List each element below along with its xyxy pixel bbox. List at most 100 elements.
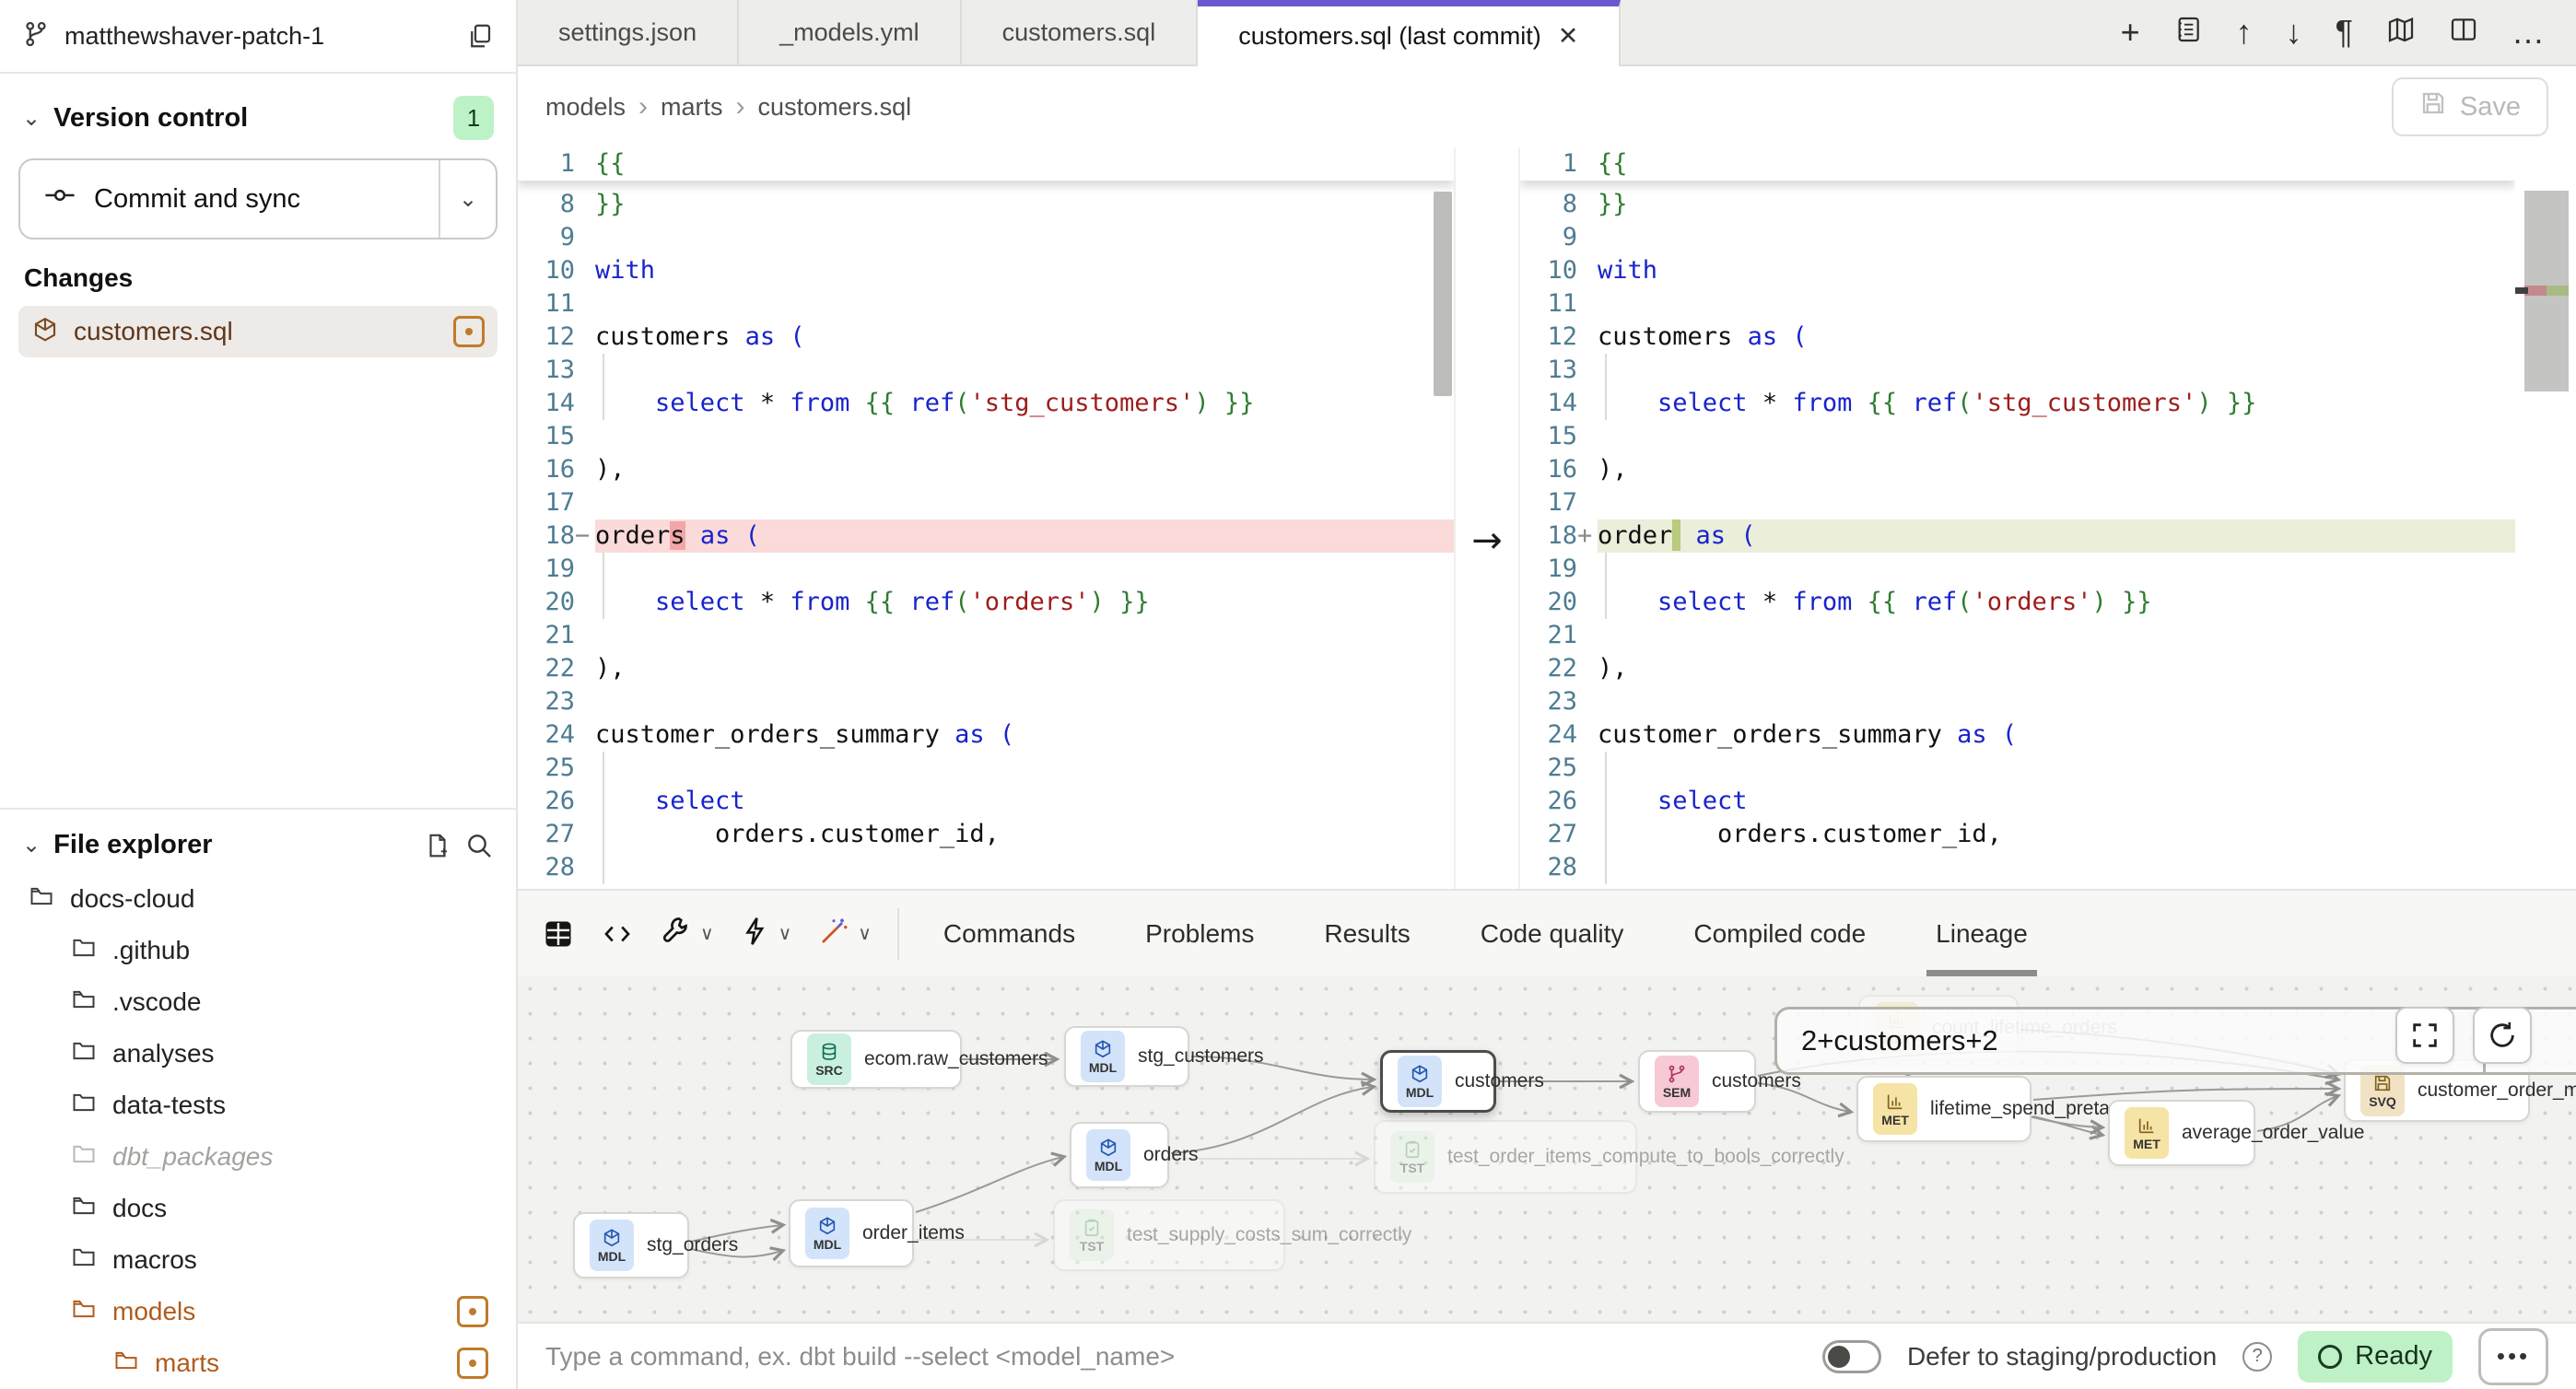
pilcrow-icon[interactable]: ¶ bbox=[2336, 16, 2353, 49]
diff-pane-modified[interactable]: 1{{ 8}}910with1112customers as (1314 sel… bbox=[1520, 147, 2515, 889]
file-tree-item--github[interactable]: .github bbox=[18, 925, 498, 976]
code-line[interactable]: 28 bbox=[518, 851, 1454, 884]
code-line[interactable]: 20 select * from {{ ref('orders') }} bbox=[518, 586, 1454, 619]
lineage-node-customers[interactable]: SEM customers bbox=[1638, 1050, 1756, 1113]
code-line[interactable]: 10with bbox=[518, 254, 1454, 287]
code-line[interactable]: 12customers as ( bbox=[518, 321, 1454, 354]
code-line[interactable]: 21 bbox=[518, 619, 1454, 652]
lineage-node-stg-customers[interactable]: MDL stg_customers bbox=[1064, 1026, 1189, 1087]
diff-pane-original[interactable]: 1{{ 8}}910with1112customers as (1314 sel… bbox=[518, 147, 1454, 889]
chevron-down-icon[interactable]: ⌄ bbox=[22, 832, 41, 858]
code-line[interactable]: 17 bbox=[518, 486, 1454, 519]
code-line[interactable]: 14 select * from {{ ref('stg_customers')… bbox=[518, 387, 1454, 420]
code-line[interactable]: 16), bbox=[518, 453, 1454, 486]
add-tab-icon[interactable]: + bbox=[2121, 16, 2140, 49]
status-more-button[interactable]: ••• bbox=[2478, 1328, 2548, 1385]
code-line[interactable]: 25 bbox=[1520, 752, 2515, 785]
lineage-node-ecom-raw-customers[interactable]: SRC ecom.raw_customers bbox=[790, 1030, 962, 1089]
code-line[interactable]: 9 bbox=[518, 221, 1454, 254]
tab--models-yml[interactable]: _models.yml bbox=[739, 0, 962, 64]
lineage-selector-input[interactable]: 2+customers+2 bbox=[1777, 1010, 2483, 1072]
compile-code-icon[interactable] bbox=[601, 917, 634, 951]
code-line[interactable]: 9 bbox=[1520, 221, 2515, 254]
lineage-node-customers[interactable]: MDL customers bbox=[1380, 1050, 1496, 1113]
command-input[interactable]: Type a command, ex. dbt build --select <… bbox=[545, 1342, 1797, 1371]
tab-customers-sql-last-commit-[interactable]: customers.sql (last commit)✕ bbox=[1198, 0, 1621, 66]
code-line[interactable]: 19 bbox=[518, 553, 1454, 586]
lineage-node-test-order-items-compute-to-bools-correctly[interactable]: TST test_order_items_compute_to_bools_co… bbox=[1374, 1120, 1637, 1194]
breadcrumb-segment[interactable]: customers.sql bbox=[758, 93, 912, 122]
close-tab-icon[interactable]: ✕ bbox=[1558, 22, 1579, 51]
lineage-node-orders[interactable]: MDL orders bbox=[1070, 1122, 1169, 1188]
more-options-icon[interactable]: … bbox=[2512, 16, 2545, 49]
panel-tab-code-quality[interactable]: Code quality bbox=[1446, 891, 1659, 976]
code-line[interactable]: 23 bbox=[1520, 685, 2515, 718]
code-line[interactable]: 27 orders.customer_id, bbox=[1520, 818, 2515, 851]
changed-file-row[interactable]: customers.sql bbox=[18, 306, 498, 357]
code-line[interactable]: 1{{ bbox=[518, 147, 626, 181]
copy-icon[interactable] bbox=[466, 22, 494, 50]
code-line[interactable]: 20 select * from {{ ref('orders') }} bbox=[1520, 586, 2515, 619]
code-line[interactable]: 18+order as ( bbox=[1520, 519, 2515, 553]
lineage-node-test-supply-costs-sum-correctly[interactable]: TST test_supply_costs_sum_correctly bbox=[1053, 1199, 1285, 1271]
file-tree-item-analyses[interactable]: analyses bbox=[18, 1028, 498, 1080]
code-line[interactable]: 22), bbox=[1520, 652, 2515, 685]
file-tree-item-macros[interactable]: macros bbox=[18, 1234, 498, 1286]
breadcrumb-segment[interactable]: marts bbox=[661, 93, 723, 122]
breadcrumb-segment[interactable]: models bbox=[545, 93, 626, 122]
lineage-node-average-order-value[interactable]: MET average_order_value bbox=[2108, 1100, 2255, 1166]
arrow-down-icon[interactable]: ↓ bbox=[2286, 16, 2302, 49]
diff-overview-ruler[interactable] bbox=[2515, 147, 2576, 889]
lineage-canvas[interactable]: SRC ecom.raw_customers MDL stg_customers… bbox=[518, 976, 2576, 1322]
code-line[interactable]: 18−orders as ( bbox=[518, 519, 1454, 553]
revert-change-arrow-icon[interactable]: → bbox=[1456, 519, 1518, 562]
lineage-node-order-items[interactable]: MDL order_items bbox=[789, 1199, 914, 1267]
code-line[interactable]: 11 bbox=[518, 287, 1454, 321]
file-tree-item-marts[interactable]: marts bbox=[18, 1337, 498, 1389]
code-line[interactable]: 1{{ bbox=[1520, 147, 1628, 181]
file-tree-item-data-tests[interactable]: data-tests bbox=[18, 1080, 498, 1131]
code-line[interactable]: 26 select bbox=[1520, 785, 2515, 818]
code-line[interactable]: 28 bbox=[1520, 851, 2515, 884]
file-tree-item-models[interactable]: models bbox=[18, 1286, 498, 1337]
file-tree-item-dbt-packages[interactable]: dbt_packages bbox=[18, 1131, 498, 1183]
code-line[interactable]: 13 bbox=[1520, 354, 2515, 387]
save-button[interactable]: Save bbox=[2392, 77, 2548, 136]
panel-tab-results[interactable]: Results bbox=[1289, 891, 1445, 976]
split-view-icon[interactable] bbox=[2449, 15, 2478, 50]
outline-icon[interactable] bbox=[2173, 15, 2203, 50]
code-line[interactable]: 17 bbox=[1520, 486, 2515, 519]
panel-tab-problems[interactable]: Problems bbox=[1110, 891, 1289, 976]
help-icon[interactable]: ? bbox=[2242, 1342, 2272, 1371]
tab-customers-sql[interactable]: customers.sql bbox=[962, 0, 1199, 64]
panel-tab-compiled-code[interactable]: Compiled code bbox=[1658, 891, 1901, 976]
fullscreen-button[interactable] bbox=[2395, 1007, 2454, 1064]
code-line[interactable]: 8}} bbox=[518, 188, 1454, 221]
format-menu[interactable]: ∨ bbox=[740, 915, 792, 952]
code-line[interactable]: 24customer_orders_summary as ( bbox=[518, 718, 1454, 752]
lineage-node-stg-orders[interactable]: MDL stg_orders bbox=[573, 1212, 689, 1278]
arrow-up-icon[interactable]: ↑ bbox=[2236, 16, 2253, 49]
code-line[interactable]: 15 bbox=[518, 420, 1454, 453]
left-pane-scrollbar[interactable] bbox=[1434, 192, 1452, 396]
copilot-menu[interactable]: ∨ bbox=[817, 915, 872, 952]
code-line[interactable]: 27 orders.customer_id, bbox=[518, 818, 1454, 851]
code-line[interactable]: 12customers as ( bbox=[1520, 321, 2515, 354]
code-line[interactable]: 22), bbox=[518, 652, 1454, 685]
code-line[interactable]: 19 bbox=[1520, 553, 2515, 586]
lineage-node-lifetime-spend-pretax[interactable]: MET lifetime_spend_pretax bbox=[1856, 1076, 2032, 1142]
code-line[interactable]: 25 bbox=[518, 752, 1454, 785]
code-line[interactable]: 21 bbox=[1520, 619, 2515, 652]
code-line[interactable]: 13 bbox=[518, 354, 1454, 387]
diff-editor[interactable]: 1{{ 8}}910with1112customers as (1314 sel… bbox=[518, 147, 2576, 889]
code-line[interactable]: 15 bbox=[1520, 420, 2515, 453]
build-menu[interactable]: ∨ bbox=[660, 915, 714, 952]
chevron-down-icon[interactable]: ⌄ bbox=[22, 105, 41, 132]
code-line[interactable]: 14 select * from {{ ref('stg_customers')… bbox=[1520, 387, 2515, 420]
defer-toggle[interactable] bbox=[1822, 1340, 1881, 1373]
code-line[interactable]: 16), bbox=[1520, 453, 2515, 486]
search-icon[interactable] bbox=[464, 831, 494, 860]
file-tree-item-docs-cloud[interactable]: docs-cloud bbox=[18, 873, 498, 925]
code-line[interactable]: 10with bbox=[1520, 254, 2515, 287]
commit-and-sync-button[interactable]: Commit and sync ⌄ bbox=[18, 158, 498, 239]
